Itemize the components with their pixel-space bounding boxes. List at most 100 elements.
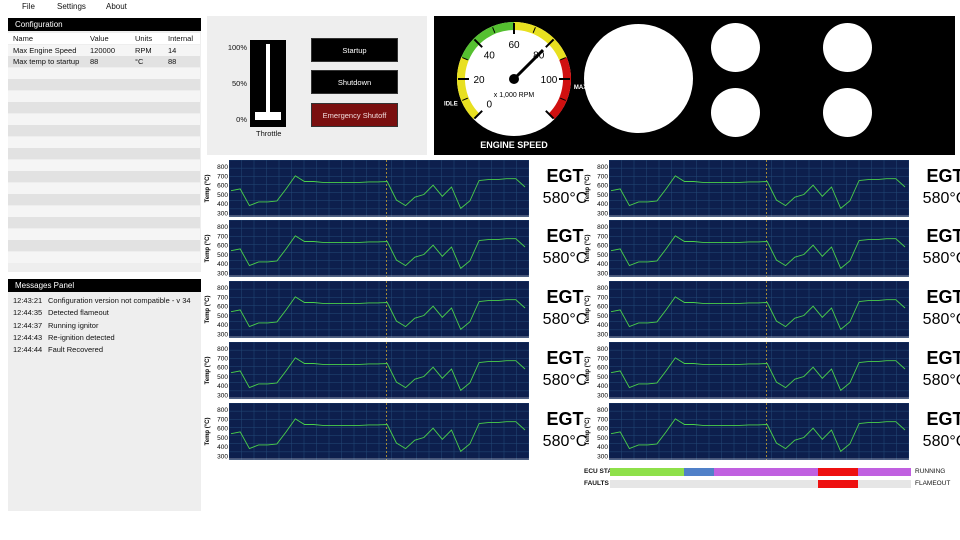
messages-panel: Messages Panel 12:43:21 Configuration ver… <box>8 279 201 511</box>
throttle-slider-track[interactable] <box>250 40 286 127</box>
egt-label: EGT <box>926 166 960 186</box>
config-row[interactable] <box>8 217 200 228</box>
config-row[interactable] <box>8 90 200 102</box>
config-cell: RPM <box>135 45 152 55</box>
egt-chart-ytick: 700 <box>217 416 228 423</box>
menu-file[interactable]: File <box>22 2 35 11</box>
faults-value: FLAMEOUT <box>915 480 951 487</box>
egt-chart-ytick: 700 <box>597 416 608 423</box>
configuration-table[interactable]: Name Value Units Internal Max Engine Speed 12… <box>8 33 201 263</box>
config-row[interactable] <box>8 240 200 251</box>
faults-bar <box>610 480 911 488</box>
emergency-shutoff-button[interactable]: Emergency Shutoff <box>311 103 398 127</box>
gauge-placeholder-small-1 <box>711 23 760 72</box>
config-row[interactable] <box>8 136 200 148</box>
config-header-row: Name Value Units Internal <box>8 33 200 44</box>
egt-chart <box>229 342 529 399</box>
egt-chart-ytick: 800 <box>597 346 608 353</box>
egt-chart-ytick: 500 <box>597 252 608 259</box>
message-time: 12:44:44 <box>13 345 43 355</box>
messages-title: Messages Panel <box>8 279 201 292</box>
menu-about[interactable]: About <box>106 2 127 11</box>
egt-chart <box>229 281 529 338</box>
egt-chart-yaxis: Temp (°C) 800 700 600 500 400 300 <box>584 342 609 399</box>
egt-chart-ytick: 400 <box>597 444 608 451</box>
message-text: Detected flameout <box>48 308 109 318</box>
config-row[interactable] <box>8 113 200 125</box>
config-row[interactable] <box>8 102 200 113</box>
config-row[interactable] <box>8 125 200 136</box>
fault-segment <box>610 480 818 488</box>
configuration-panel: Configuration Name Value Units Internal Max … <box>8 18 201 272</box>
egt-chart-ytick: 600 <box>597 243 608 250</box>
ecu-state-bar <box>610 468 911 476</box>
egt-chart-ytick: 300 <box>597 332 608 339</box>
gauge-placeholder-small-2 <box>823 23 872 72</box>
config-row[interactable] <box>8 228 200 240</box>
egt-chart-ytick: 500 <box>597 435 608 442</box>
menu-settings[interactable]: Settings <box>57 2 86 11</box>
egt-chart-ytick: 800 <box>217 224 228 231</box>
config-row[interactable] <box>8 148 200 159</box>
configuration-title: Configuration <box>8 18 201 31</box>
egt-chart-ytick: 300 <box>217 271 228 278</box>
egt-chart-ylabel: Temp (°C) <box>585 296 591 324</box>
ecu-state-segment <box>817 468 859 476</box>
gauge-tick-label: 20 <box>473 75 485 86</box>
startup-button[interactable]: Startup <box>311 38 398 62</box>
egt-chart <box>609 281 909 338</box>
message-item: 12:44:44 Fault Recovered <box>13 344 103 356</box>
throttle-handle[interactable] <box>255 112 281 120</box>
engine-speed-gauge: 020406080100IDLEMAXx 1,000 RPMENGINE SPE… <box>444 22 587 150</box>
egt-chart-ytick: 400 <box>597 322 608 329</box>
config-row[interactable] <box>8 182 200 194</box>
config-row[interactable] <box>8 205 200 217</box>
app-window: File Settings About Configuration Name Va… <box>0 0 960 540</box>
egt-chart-ylabel: Temp (°C) <box>585 357 591 385</box>
egt-chart-ytick: 600 <box>217 243 228 250</box>
egt-chart-ytick: 800 <box>217 407 228 414</box>
egt-chart-yaxis: Temp (°C) 800 700 600 500 400 300 <box>204 220 229 277</box>
egt-chart-ytick: 400 <box>217 201 228 208</box>
config-row[interactable] <box>8 67 200 79</box>
egt-chart-ytick: 500 <box>217 192 228 199</box>
egt-chart-ylabel: Temp (°C) <box>205 357 211 385</box>
egt-chart-ytick: 500 <box>217 252 228 259</box>
egt-chart-yaxis: Temp (°C) 800 700 600 500 400 300 <box>204 403 229 460</box>
config-row[interactable] <box>8 251 200 263</box>
message-text: Re-ignition detected <box>48 332 115 342</box>
config-row[interactable] <box>8 194 200 205</box>
gauge-tick-label: 60 <box>508 40 520 51</box>
egt-chart <box>229 220 529 277</box>
egt-chart-ytick: 800 <box>217 164 228 171</box>
egt-value: 580°C <box>922 311 960 328</box>
egt-chart-ytick: 500 <box>217 435 228 442</box>
egt-chart-yaxis: Temp (°C) 800 700 600 500 400 300 <box>204 342 229 399</box>
egt-chart-ytick: 500 <box>597 374 608 381</box>
egt-value: 580°C <box>922 433 960 450</box>
config-row[interactable]: Max temp to startup 88 °C 88 <box>8 56 200 67</box>
egt-chart-yaxis: Temp (°C) 800 700 600 500 400 300 <box>204 281 229 338</box>
egt-label: EGT <box>926 226 960 246</box>
egt-chart-ytick: 800 <box>217 346 228 353</box>
message-time: 12:44:43 <box>13 332 43 342</box>
egt-chart <box>609 160 909 217</box>
config-row[interactable] <box>8 159 200 171</box>
egt-chart-ytick: 500 <box>217 313 228 320</box>
config-row[interactable] <box>8 79 200 90</box>
config-row[interactable]: Max Engine Speed 120000 RPM 14 <box>8 44 200 56</box>
egt-chart-ytick: 700 <box>217 294 228 301</box>
egt-chart-ytick: 300 <box>597 454 608 461</box>
egt-chart-ytick: 700 <box>597 233 608 240</box>
egt-chart-ytick: 600 <box>597 183 608 190</box>
egt-chart-ytick: 800 <box>217 285 228 292</box>
egt-chart-ytick: 300 <box>597 271 608 278</box>
shutdown-button[interactable]: Shutdown <box>311 70 398 94</box>
egt-chart-ytick: 300 <box>217 393 228 400</box>
config-row[interactable] <box>8 171 200 182</box>
throttle-label: Throttle <box>256 129 282 138</box>
egt-chart <box>609 220 909 277</box>
config-cell: 14 <box>168 45 177 55</box>
egt-chart-ytick: 700 <box>217 173 228 180</box>
egt-chart-ytick: 600 <box>217 304 228 311</box>
